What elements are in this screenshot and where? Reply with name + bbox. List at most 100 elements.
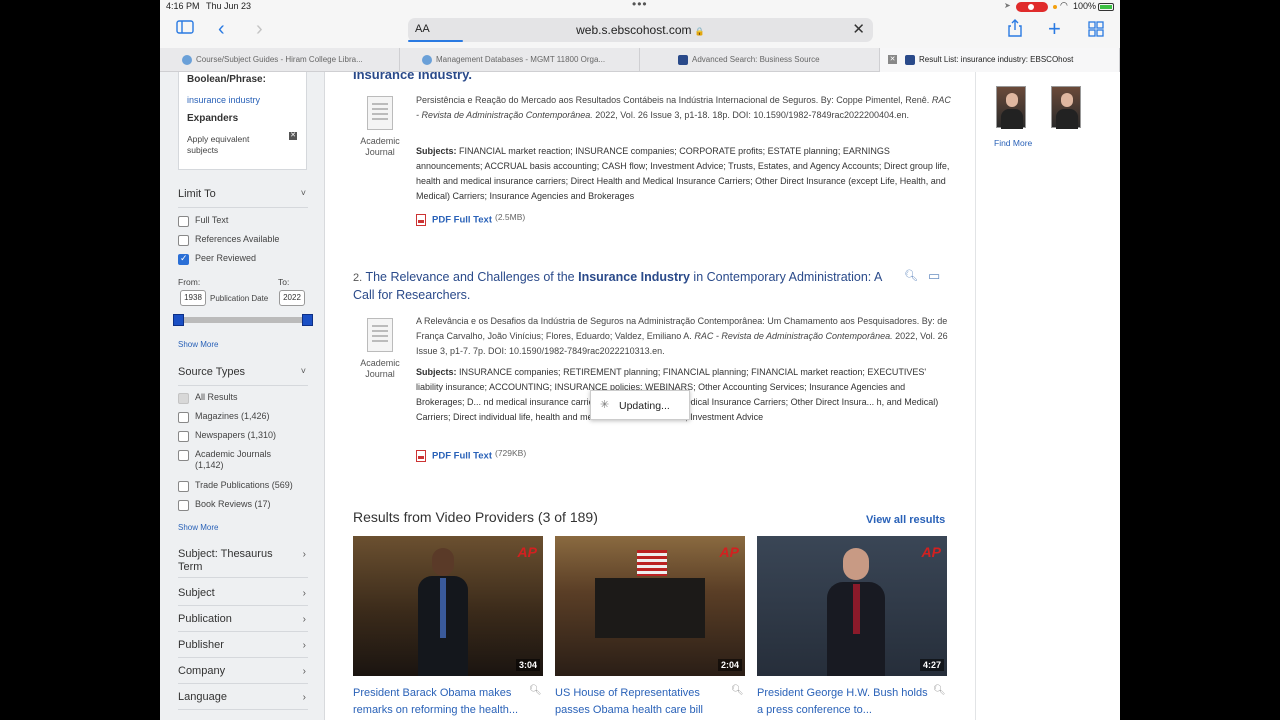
forward-icon[interactable]: ›	[256, 18, 263, 41]
checkbox[interactable]	[178, 450, 189, 461]
video-duration: 4:27	[919, 659, 944, 671]
tab-course-guides[interactable]: Course/Subject Guides - Hiram College Li…	[160, 48, 400, 72]
battery-icon	[1098, 3, 1114, 11]
publication-date-label: Publication Date	[210, 294, 269, 303]
boolean-label: Boolean/Phrase:	[187, 74, 266, 85]
video-results-heading: Results from Video Providers (3 of 189)	[353, 509, 598, 525]
limit-to-header[interactable]: Limit To ˅	[178, 188, 308, 208]
stop-loading-icon[interactable]: ✕	[852, 20, 865, 38]
boolean-value-link[interactable]: insurance industry	[187, 95, 260, 105]
facet-publisher[interactable]: Publisher ›	[178, 639, 308, 658]
ipad-screen: 4:16 PM Thu Jun 23 ••• ➤ ◠ 100% ‹ › AA w…	[160, 0, 1120, 720]
close-tab-icon[interactable]: ✕	[888, 55, 897, 65]
sidebar-toggle-icon[interactable]	[176, 20, 194, 39]
refine-sidebar: Boolean/Phrase: insurance industry Expan…	[160, 72, 325, 720]
preview-magnifier-icon[interactable]: 🔍︎	[529, 685, 542, 696]
document-icon[interactable]	[363, 96, 397, 132]
tab-advanced-search[interactable]: Advanced Search: Business Source	[640, 48, 880, 72]
video-duration: 3:04	[515, 659, 540, 671]
vote-board-graphic	[595, 578, 705, 638]
result-2-doc-type: Academic Journal	[360, 358, 400, 379]
result-1-pdf-link[interactable]: PDF Full Text (2.5MB)	[416, 212, 525, 226]
date-slider-track[interactable]	[178, 317, 308, 323]
video-duration: 2:04	[717, 659, 742, 671]
video-thumbnail-3[interactable]: AP 4:27	[757, 536, 947, 676]
checkbox[interactable]	[178, 481, 189, 492]
checkbox-disabled	[178, 393, 189, 404]
new-tab-icon[interactable]: +	[1048, 16, 1061, 42]
address-bar[interactable]: AA web.s.ebscohost.com 🔒 ✕	[408, 18, 873, 42]
pdf-icon	[416, 450, 426, 462]
cloud-favicon-icon	[182, 54, 192, 65]
current-search-box: Boolean/Phrase: insurance industry Expan…	[178, 72, 307, 170]
back-icon[interactable]: ‹	[218, 18, 225, 41]
lock-icon: 🔒	[694, 27, 705, 36]
checkbox[interactable]	[178, 500, 189, 511]
preview-magnifier-icon[interactable]: 🔍︎	[904, 269, 918, 282]
chevron-right-icon: ›	[302, 588, 306, 599]
document-icon[interactable]	[363, 318, 397, 354]
from-label: From:	[178, 277, 201, 287]
location-icon: ➤	[1004, 1, 1011, 10]
checkbox[interactable]	[178, 235, 189, 246]
person-image-thumbnail[interactable]	[1051, 86, 1081, 129]
remove-expander-icon[interactable]: ✕	[289, 132, 297, 140]
status-date: Thu Jun 23	[206, 1, 252, 11]
facet-publication[interactable]: Publication ›	[178, 613, 308, 632]
tab-result-list[interactable]: ✕ Result List: insurance industry: EBSCOh…	[880, 48, 1120, 72]
chevron-right-icon: ›	[302, 640, 306, 651]
checkbox[interactable]	[178, 431, 189, 442]
preview-magnifier-icon[interactable]: 🔍︎	[933, 685, 946, 696]
chevron-down-icon: ˅	[300, 366, 306, 376]
result-1-title-link[interactable]: Insurance Industry.	[353, 72, 472, 82]
page-content: Boolean/Phrase: insurance industry Expan…	[160, 72, 1120, 720]
video-caption-1[interactable]: President Barack Obama makes remarks on …	[353, 685, 528, 719]
wifi-icon: ◠	[1060, 0, 1068, 10]
video-thumbnail-1[interactable]: AP 3:04	[353, 536, 543, 676]
video-caption-2[interactable]: US House of Representatives passes Obama…	[555, 685, 730, 719]
updating-popup: ✳ Updating...	[590, 390, 690, 420]
result-2-title-link[interactable]: 2. The Relevance and Challenges of the I…	[353, 269, 893, 304]
from-year-input[interactable]: 1938	[180, 290, 206, 306]
date-slider-start-handle[interactable]	[173, 314, 184, 326]
facet-company[interactable]: Company ›	[178, 665, 308, 684]
date-slider-end-handle[interactable]	[302, 314, 313, 326]
checkbox[interactable]	[178, 412, 189, 423]
chevron-down-icon: ˅	[300, 188, 306, 198]
show-more-link[interactable]: Show More	[178, 340, 218, 349]
video-thumbnail-2[interactable]: AP 2:04	[555, 536, 745, 676]
show-more-link[interactable]: Show More	[178, 523, 218, 532]
flag-graphic	[637, 550, 667, 576]
facet-language[interactable]: Language ›	[178, 691, 308, 710]
result-1-abstract: Persistência e Reação do Mercado aos Res…	[416, 95, 951, 120]
find-more-link[interactable]: Find More	[994, 138, 1032, 148]
add-to-folder-icon[interactable]: ▭	[928, 268, 940, 284]
share-icon[interactable]	[1008, 19, 1022, 42]
speaker-figure	[827, 548, 885, 676]
chevron-right-icon: ›	[302, 692, 306, 703]
ebsco-favicon-icon	[905, 54, 915, 65]
tab-bar: Course/Subject Guides - Hiram College Li…	[160, 48, 1120, 72]
checkbox-checked[interactable]	[178, 253, 189, 265]
result-2-abstract: A Relevância e os Desafios da Indústria …	[416, 316, 948, 356]
ap-logo: AP	[719, 544, 739, 560]
facet-subject[interactable]: Subject ›	[178, 587, 308, 606]
facet-thesaurus-term[interactable]: Subject: Thesaurus Term ›	[178, 548, 308, 578]
result-2-pdf-link[interactable]: PDF Full Text (729KB)	[416, 448, 526, 462]
tab-management-databases[interactable]: Management Databases - MGMT 11800 Orga..…	[400, 48, 640, 72]
url-text: web.s.ebscohost.com 🔒	[576, 23, 705, 37]
tab-overview-icon[interactable]	[1088, 21, 1104, 42]
spinner-icon: ✳	[600, 399, 610, 411]
person-image-thumbnail[interactable]	[996, 86, 1026, 129]
video-caption-3[interactable]: President George H.W. Bush holds a press…	[757, 685, 932, 719]
source-types-header[interactable]: Source Types ˅	[178, 366, 308, 386]
checkbox[interactable]	[178, 216, 189, 227]
preview-magnifier-icon[interactable]: 🔍︎	[731, 685, 744, 696]
load-progress-bar	[408, 40, 463, 42]
to-year-input[interactable]: 2022	[279, 290, 305, 306]
view-all-results-link[interactable]: View all results	[866, 514, 945, 526]
multitask-dots-icon[interactable]: •••	[632, 0, 648, 11]
speaker-figure	[418, 548, 468, 676]
expander-item: Apply equivalent subjects	[187, 134, 250, 155]
chevron-right-icon: ›	[302, 614, 306, 625]
